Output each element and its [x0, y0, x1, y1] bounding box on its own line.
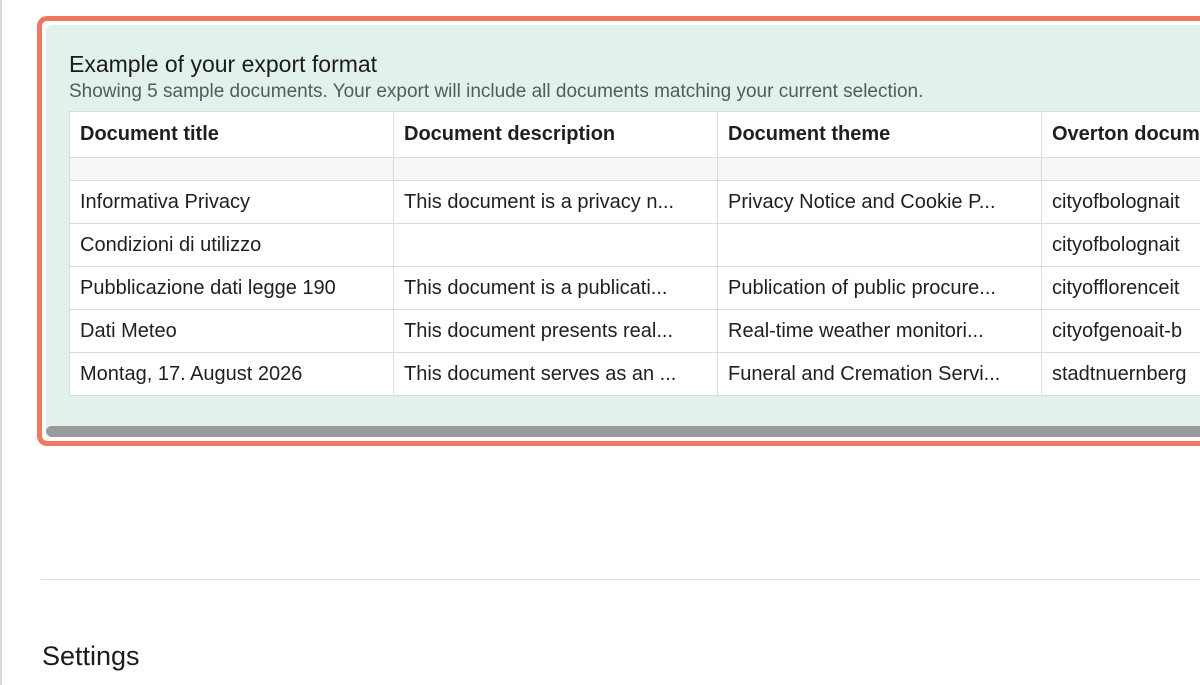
- table-header-row: Document title Document description Docu…: [69, 111, 1200, 158]
- table-row: Informativa Privacy This document is a p…: [69, 180, 1200, 224]
- cell-document-theme: Real-time weather monitori...: [717, 309, 1042, 353]
- cell-document-title: Informativa Privacy: [69, 180, 394, 224]
- spacer-cell: [393, 157, 718, 181]
- cell-overton-document: stadtnuernberg: [1041, 352, 1200, 396]
- spacer-cell: [1041, 157, 1200, 181]
- cell-document-theme: [717, 223, 1042, 267]
- column-header-document-description: Document description: [393, 111, 718, 158]
- cell-overton-document: cityofbolognait: [1041, 223, 1200, 267]
- horizontal-scrollbar[interactable]: [46, 425, 1200, 437]
- cell-document-description: This document presents real...: [393, 309, 718, 353]
- export-format-panel-inner: Example of your export format Showing 5 …: [46, 25, 1200, 437]
- sample-table-scroll-area[interactable]: Document title Document description Docu…: [69, 111, 1200, 396]
- export-format-panel: Example of your export format Showing 5 …: [37, 16, 1200, 446]
- cell-overton-document: cityofgenoait-b: [1041, 309, 1200, 353]
- cell-document-title: Condizioni di utilizzo: [69, 223, 394, 267]
- column-header-document-title: Document title: [69, 111, 394, 158]
- cell-document-title: Pubblicazione dati legge 190: [69, 266, 394, 310]
- cell-document-theme: Publication of public procure...: [717, 266, 1042, 310]
- cell-document-title: Montag, 17. August 2026: [69, 352, 394, 396]
- left-border: [0, 0, 2, 685]
- spacer-cell: [717, 157, 1042, 181]
- table-row: Condizioni di utilizzo cityofbolognait: [69, 223, 1200, 267]
- cell-document-description: This document serves as an ...: [393, 352, 718, 396]
- cell-document-theme: Funeral and Cremation Servi...: [717, 352, 1042, 396]
- table-row: Dati Meteo This document presents real..…: [69, 309, 1200, 353]
- cell-document-description: This document is a privacy n...: [393, 180, 718, 224]
- table-row: Pubblicazione dati legge 190 This docume…: [69, 266, 1200, 310]
- section-divider: [41, 579, 1200, 580]
- column-header-document-theme: Document theme: [717, 111, 1042, 158]
- table-row: Montag, 17. August 2026 This document se…: [69, 352, 1200, 396]
- cell-document-title: Dati Meteo: [69, 309, 394, 353]
- export-page: Example of your export format Showing 5 …: [0, 0, 1200, 685]
- cell-overton-document: cityofbolognait: [1041, 180, 1200, 224]
- cell-document-theme: Privacy Notice and Cookie P...: [717, 180, 1042, 224]
- table-spacer-row: [69, 157, 1200, 181]
- column-header-overton-document: Overton docum: [1041, 111, 1200, 158]
- export-format-title: Example of your export format: [69, 51, 378, 77]
- cell-overton-document: cityofflorenceit: [1041, 266, 1200, 310]
- cell-document-description: This document is a publicati...: [393, 266, 718, 310]
- spacer-cell: [69, 157, 394, 181]
- export-format-subtitle: Showing 5 sample documents. Your export …: [69, 81, 924, 102]
- scrollbar-thumb[interactable]: [46, 426, 1200, 437]
- settings-heading: Settings: [42, 641, 140, 671]
- cell-document-description: [393, 223, 718, 267]
- sample-documents-table: Document title Document description Docu…: [69, 111, 1200, 396]
